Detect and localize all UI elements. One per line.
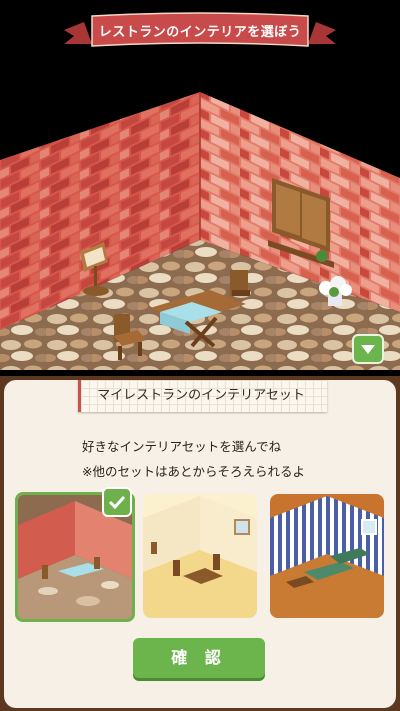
chevron-down-icon <box>361 345 375 354</box>
selected-check-badge <box>102 487 132 517</box>
striped-lounge-thumbnail <box>270 494 384 618</box>
instruction-text: 好きなインテリアセットを選んでね <box>82 439 282 454</box>
confirm-button[interactable]: 確 認 <box>133 638 265 678</box>
interior-set-option-lounge[interactable] <box>270 494 384 618</box>
scroll-down-button[interactable] <box>352 334 384 364</box>
wooden-chair-icon <box>230 270 250 296</box>
instruction-note: ※他のセットはあとからそろえられるよ <box>82 464 305 479</box>
restaurant-scene <box>0 12 400 370</box>
check-icon <box>108 495 126 510</box>
section-title: マイレストランのインテリアセット <box>97 388 305 403</box>
cream-cafe-thumbnail <box>143 494 257 618</box>
interior-set-option-cafe[interactable] <box>143 494 257 618</box>
page-title: レストランのインテリアを選ぼう <box>98 25 302 40</box>
